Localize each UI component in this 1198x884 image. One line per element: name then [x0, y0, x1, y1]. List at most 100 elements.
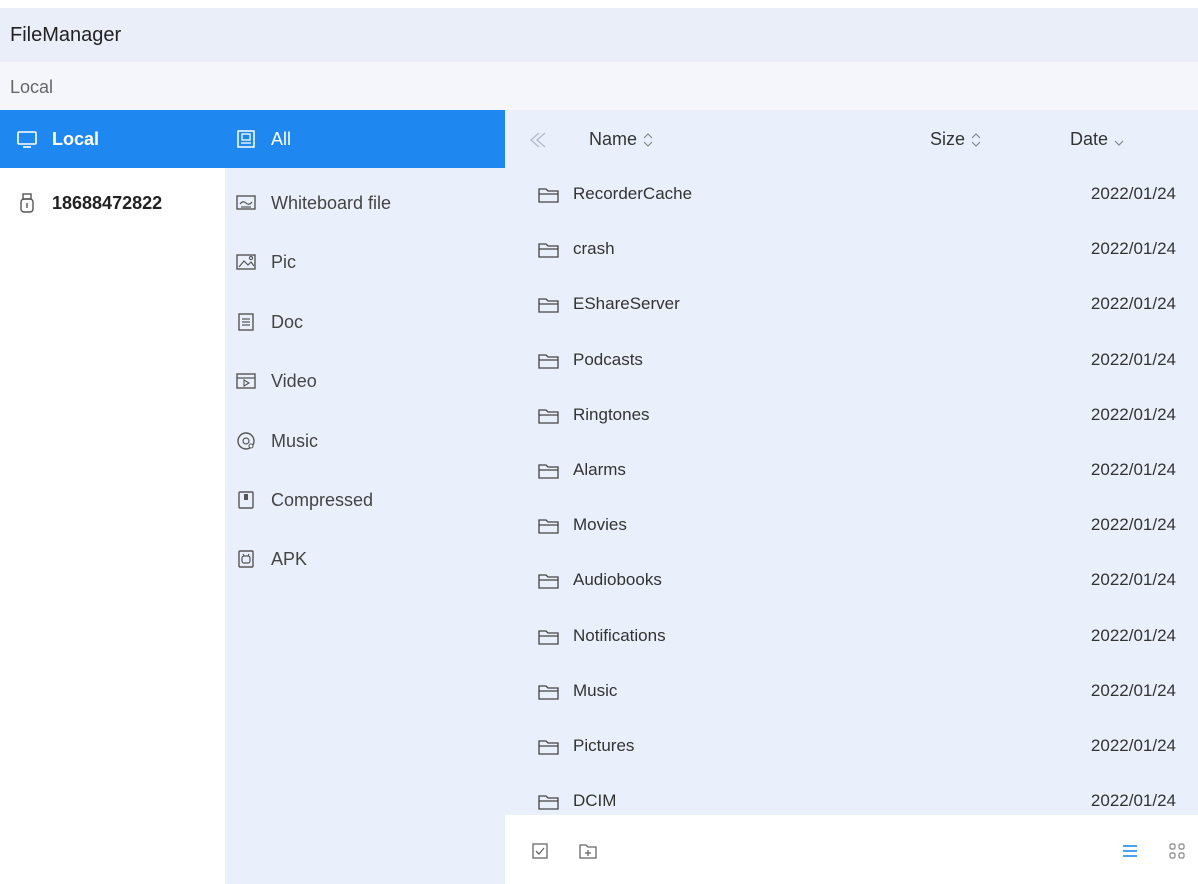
folder-icon	[538, 243, 559, 258]
table-row[interactable]: crash 2022/01/24	[505, 223, 1198, 278]
folder-icon	[538, 188, 559, 203]
file-date: 2022/01/24	[1090, 239, 1176, 258]
category-label: APK	[271, 548, 308, 569]
file-name: Music	[573, 681, 618, 700]
device-label: 18688472822	[52, 192, 163, 213]
folder-icon	[538, 519, 559, 534]
file-date: 2022/01/24	[1090, 184, 1176, 203]
name-column-header[interactable]: Name	[589, 129, 655, 150]
file-name: Alarms	[573, 460, 626, 479]
category-label: Video	[271, 370, 317, 391]
table-row[interactable]: DCIM 2022/01/24	[505, 775, 1198, 813]
file-list-header: Name Size Date	[505, 110, 1198, 168]
file-date: 2022/01/24	[1090, 405, 1176, 424]
category-video[interactable]: Video	[225, 352, 505, 410]
table-row[interactable]: Pictures 2022/01/24	[505, 720, 1198, 775]
file-name: Audiobooks	[573, 570, 662, 589]
whiteboard-icon	[235, 192, 257, 214]
category-apk[interactable]: APK	[225, 530, 505, 588]
folder-icon	[538, 574, 559, 589]
device-item-usb[interactable]: 18688472822	[0, 174, 225, 232]
checkbox-icon[interactable]	[529, 840, 551, 862]
back-icon[interactable]	[527, 130, 549, 150]
category-label: Whiteboard file	[271, 192, 392, 213]
category-compressed[interactable]: Compressed	[225, 471, 505, 529]
file-list-footer	[505, 815, 1198, 884]
category-doc[interactable]: Doc	[225, 293, 505, 351]
folder-icon	[538, 464, 559, 479]
file-date: 2022/01/24	[1090, 791, 1176, 810]
category-all[interactable]: All	[225, 110, 505, 168]
table-row[interactable]: Alarms 2022/01/24	[505, 444, 1198, 499]
size-column-label: Size	[930, 129, 966, 149]
list-view-icon[interactable]	[1119, 840, 1141, 862]
category-label: All	[271, 128, 292, 149]
file-name: Movies	[573, 515, 627, 534]
apk-icon	[235, 548, 257, 570]
picture-icon	[235, 251, 257, 273]
file-date: 2022/01/24	[1090, 515, 1176, 534]
folder-icon	[538, 354, 559, 369]
table-row[interactable]: Music 2022/01/24	[505, 665, 1198, 720]
table-row[interactable]: EShareServer 2022/01/24	[505, 278, 1198, 333]
monitor-icon	[16, 128, 38, 150]
file-rows: RecorderCache 2022/01/24 crash 2022/01/2…	[505, 168, 1198, 813]
current-path: Local	[10, 77, 54, 97]
table-row[interactable]: RecorderCache 2022/01/24	[505, 168, 1198, 223]
file-date: 2022/01/24	[1090, 681, 1176, 700]
sort-descending-icon	[1114, 140, 1124, 146]
file-name: Ringtones	[573, 405, 650, 424]
all-files-icon	[235, 128, 257, 150]
file-name: Notifications	[573, 626, 666, 645]
file-name: EShareServer	[573, 294, 680, 313]
title-bar: FileManager	[0, 8, 1198, 62]
folder-icon	[538, 795, 559, 810]
file-date: 2022/01/24	[1090, 626, 1176, 645]
device-label: Local	[52, 128, 100, 149]
category-label: Pic	[271, 251, 297, 272]
device-list: Local 18688472822	[0, 110, 225, 884]
category-whiteboard[interactable]: Whiteboard file	[225, 174, 505, 232]
video-icon	[235, 370, 257, 392]
file-name: DCIM	[573, 791, 617, 810]
category-music[interactable]: Music	[225, 412, 505, 470]
app-title: FileManager	[10, 24, 122, 46]
music-icon	[235, 430, 257, 452]
folder-icon	[538, 685, 559, 700]
name-column-label: Name	[589, 129, 638, 149]
category-label: Doc	[271, 311, 304, 332]
folder-icon	[538, 740, 559, 755]
file-date: 2022/01/24	[1090, 294, 1176, 313]
category-pic[interactable]: Pic	[225, 233, 505, 291]
folder-icon	[538, 630, 559, 645]
file-name: Pictures	[573, 736, 635, 755]
usb-drive-icon	[16, 192, 38, 214]
category-list: All Whiteboard file Pic Doc Video Music …	[225, 110, 505, 884]
file-date: 2022/01/24	[1090, 350, 1176, 369]
file-name: Podcasts	[573, 350, 643, 369]
date-column-label: Date	[1070, 129, 1109, 149]
device-item-local[interactable]: Local	[0, 110, 225, 168]
file-list-panel: Name Size Date RecorderCache 2022/01/24 …	[505, 110, 1198, 884]
sort-icon	[643, 132, 653, 147]
file-manager-app: FileManager Local Local 18688472822 All	[0, 0, 1198, 884]
category-label: Compressed	[271, 489, 374, 510]
path-bar: Local	[0, 62, 1198, 110]
file-date: 2022/01/24	[1090, 736, 1176, 755]
file-date: 2022/01/24	[1090, 460, 1176, 479]
archive-icon	[235, 489, 257, 511]
sort-icon	[971, 132, 981, 147]
date-column-header[interactable]: Date	[1070, 129, 1126, 150]
table-row[interactable]: Podcasts 2022/01/24	[505, 334, 1198, 389]
file-name: crash	[573, 239, 615, 258]
table-row[interactable]: Audiobooks 2022/01/24	[505, 554, 1198, 609]
folder-icon	[538, 409, 559, 424]
file-name: RecorderCache	[573, 184, 693, 203]
table-row[interactable]: Ringtones 2022/01/24	[505, 389, 1198, 444]
grid-view-icon[interactable]	[1166, 840, 1188, 862]
size-column-header[interactable]: Size	[930, 129, 983, 150]
table-row[interactable]: Movies 2022/01/24	[505, 499, 1198, 554]
table-row[interactable]: Notifications 2022/01/24	[505, 610, 1198, 665]
document-icon	[235, 311, 257, 333]
new-folder-icon[interactable]	[577, 840, 599, 862]
